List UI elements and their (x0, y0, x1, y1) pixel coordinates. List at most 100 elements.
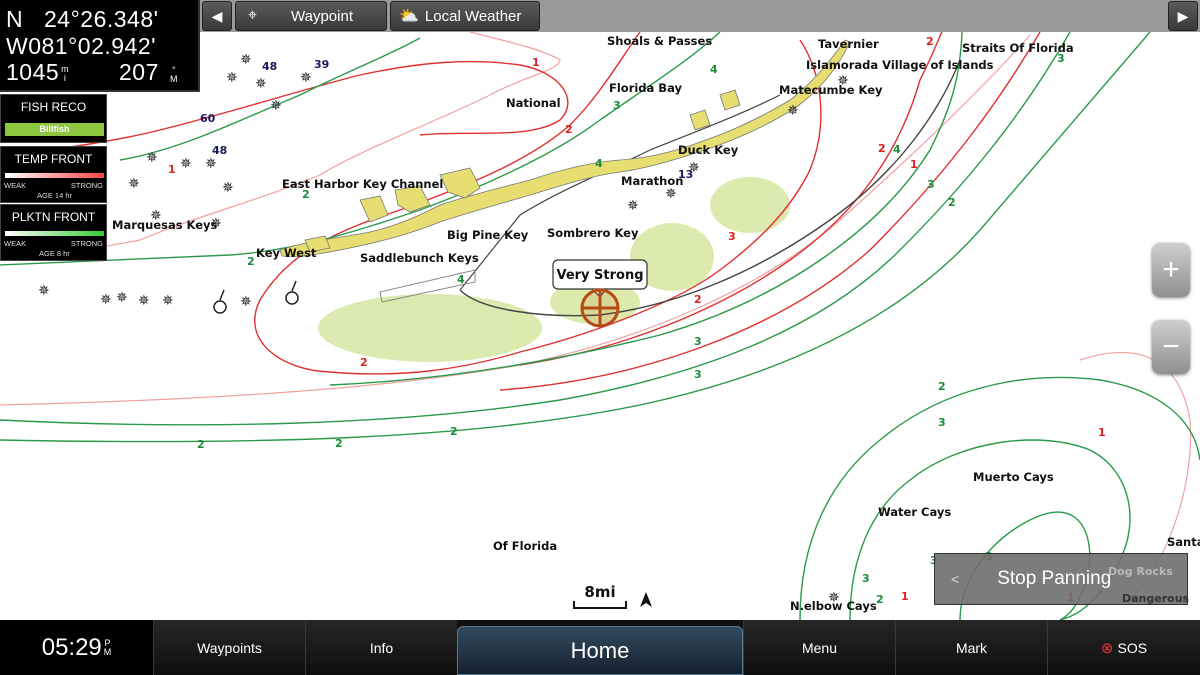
place-label: Marquesas Keys (112, 218, 218, 232)
depth-label: 3 (694, 335, 702, 348)
zoom-in-button[interactable]: + (1152, 243, 1190, 297)
temp-front-panel[interactable]: TEMP FRONT WEAK STRONG AGE 14 hr (0, 146, 107, 203)
depth-label: 2 (878, 142, 886, 155)
place-label: Big Pine Key (447, 228, 529, 242)
toolbar-left-arrow-icon[interactable]: ◀ (202, 1, 232, 31)
mark-button[interactable]: Mark (895, 620, 1047, 675)
depth-label: 1 (901, 590, 909, 603)
lifebuoy-icon: ⊗ (1100, 639, 1114, 657)
svg-text:✵: ✵ (146, 150, 158, 166)
place-label: Of Florida (493, 539, 557, 553)
temp-age-label: AGE 14 hr (37, 191, 73, 200)
distance-unit: mi (61, 63, 70, 83)
bearing-value: 207 (119, 59, 159, 85)
depth-label: 3 (694, 368, 702, 381)
home-button[interactable]: Home (457, 626, 743, 675)
waypoint-button[interactable]: ⌖ Waypoint (235, 1, 387, 31)
depth-label: 3 (613, 99, 621, 112)
plankton-weak-label: WEAK (4, 239, 27, 248)
svg-text:✵: ✵ (138, 293, 150, 309)
waypoints-button[interactable]: Waypoints (153, 620, 305, 675)
place-label: Tavernier (818, 37, 879, 51)
svg-text:✵: ✵ (226, 70, 238, 86)
waypoint-pin-icon: ⌖ (248, 7, 258, 24)
svg-text:✵: ✵ (300, 70, 312, 86)
depth-label: 2 (197, 438, 205, 451)
place-label: Matecumbe Key (779, 83, 883, 97)
svg-text:✵: ✵ (222, 180, 234, 196)
svg-text:✵: ✵ (180, 156, 192, 172)
temp-strong-label: STRONG (70, 181, 103, 190)
distance-value: 1045 (6, 59, 60, 85)
back-chevron-icon: < (951, 571, 960, 587)
depth-label: 4 (595, 157, 603, 170)
bottom-nav-bar: 05:29 PM Waypoints Info Home Menu Mark ⊗… (0, 620, 1200, 675)
info-button[interactable]: Info (305, 620, 457, 675)
sos-button[interactable]: ⊗ SOS (1047, 620, 1200, 675)
svg-text:✵: ✵ (270, 98, 282, 114)
place-label: Straits Of Florida (962, 41, 1074, 55)
svg-text:✵: ✵ (162, 293, 174, 309)
scale-label: 8mi (584, 583, 615, 601)
bearing-unit: ° M (170, 65, 178, 84)
depth-label: 3 (927, 178, 935, 191)
place-label: Florida Bay (609, 81, 682, 95)
place-label: N.elbow Cays (790, 599, 877, 613)
sounding: 48 (262, 60, 277, 73)
place-label: Duck Key (678, 143, 739, 157)
waypoint-label: Waypoint (291, 7, 353, 25)
local-weather-button[interactable]: ⛅ Local Weather (390, 1, 540, 31)
zoom-out-button[interactable]: − (1152, 320, 1190, 374)
place-label-dog-rocks: Dog Rocks (1108, 565, 1173, 578)
place-label: Marathon (621, 174, 683, 188)
fish-reco-title: FISH RECO (20, 100, 87, 114)
svg-text:✵: ✵ (240, 294, 252, 310)
svg-text:✵: ✵ (787, 103, 799, 119)
plankton-front-panel[interactable]: PLKTN FRONT WEAK STRONG AGE 8 hr (0, 204, 107, 261)
local-weather-label: Local Weather (424, 7, 522, 25)
place-label: National (506, 96, 561, 110)
depth-label: 3 (862, 572, 870, 585)
depth-label: 2 (360, 356, 368, 369)
svg-text:✵: ✵ (128, 176, 140, 192)
temp-front-scale (5, 173, 104, 178)
plankton-front-scale (5, 231, 104, 236)
depth-label: 1 (532, 56, 540, 69)
depth-label: 2 (694, 293, 702, 306)
depth-label: 2 (876, 593, 884, 606)
depth-label: 4 (893, 143, 901, 156)
depth-label: 3 (938, 416, 946, 429)
lat-hemisphere: N (6, 6, 24, 32)
fish-reco-value: Billfish (5, 123, 104, 136)
depth-label: 2 (926, 35, 934, 48)
plankton-front-title: PLKTN FRONT (11, 210, 96, 224)
sos-label: SOS (1117, 639, 1148, 656)
depth-label: 3 (728, 230, 736, 243)
cursor-crosshair-icon[interactable] (580, 288, 620, 328)
latitude-value: 24°26.348' (44, 6, 159, 32)
place-label: East Harbor Key Channel (282, 177, 443, 191)
place-label: Santa (1167, 535, 1200, 549)
svg-text:✵: ✵ (627, 198, 639, 214)
place-label: Muerto Cays (973, 470, 1054, 484)
depth-label: 1 (910, 158, 918, 171)
place-label: Islamorada Village of Islands (806, 58, 994, 72)
svg-text:✵: ✵ (255, 76, 267, 92)
svg-text:✵: ✵ (100, 292, 112, 308)
toolbar-right-arrow-icon[interactable]: ▶ (1168, 1, 1198, 31)
plankton-age-label: AGE 8 hr (39, 249, 70, 258)
svg-text:✵: ✵ (116, 290, 128, 306)
menu-button[interactable]: Menu (743, 620, 895, 675)
depth-label: 2 (450, 425, 458, 438)
chart-map[interactable]: ✵✵ ✵ ✵✵ ✵ ✵✵✵ ✵✵ ✵ ✵ ✵ ✵ ✵✵✵ ✵✵✵ ✵✵✵ 48 39 60… (0, 0, 1200, 620)
place-label: Key West (256, 246, 317, 260)
svg-text:✵: ✵ (240, 52, 252, 68)
clock-time: 05:29 (41, 633, 102, 661)
callout-text: Very Strong (556, 268, 643, 283)
plankton-strong-label: STRONG (70, 239, 103, 248)
sounding: 48 (212, 144, 227, 157)
depth-label: 2 (335, 437, 343, 450)
weather-icon: ⛅ (399, 8, 419, 25)
temp-front-title: TEMP FRONT (14, 152, 93, 166)
fish-reco-panel[interactable]: FISH RECO Billfish (0, 94, 107, 143)
